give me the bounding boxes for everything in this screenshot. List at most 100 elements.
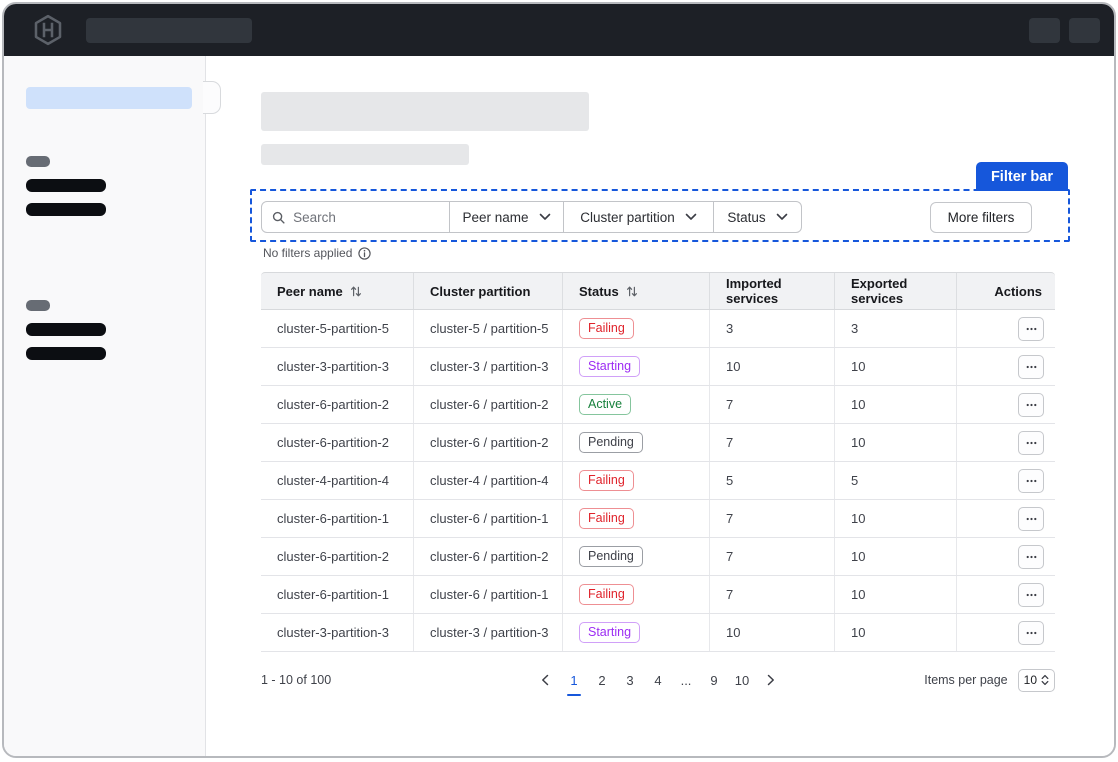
imported-services-cell: 3 [709, 310, 834, 347]
row-actions-button[interactable] [1018, 621, 1044, 645]
peers-table: Peer name Cluster partition Status [261, 272, 1055, 652]
status-cell: Pending [562, 538, 709, 575]
status-badge: Failing [579, 584, 634, 606]
status-cell: Failing [562, 462, 709, 499]
chevron-down-icon [685, 213, 697, 221]
sidebar-link-skeleton-3 [26, 323, 106, 336]
items-per-page-value: 10 [1024, 673, 1037, 687]
sort-icon [626, 285, 638, 298]
column-header-peer-name[interactable]: Peer name [261, 273, 413, 309]
search-input[interactable] [293, 210, 439, 225]
ellipsis-icon [1026, 631, 1037, 635]
status-filter-dropdown[interactable]: Status [713, 202, 801, 232]
actions-cell [956, 538, 1055, 575]
cluster-partition-cell: cluster-3 / partition-3 [413, 348, 562, 385]
filters-applied-status: No filters applied [263, 246, 371, 260]
actions-cell [956, 576, 1055, 613]
row-actions-button[interactable] [1018, 317, 1044, 341]
ellipsis-icon [1026, 555, 1037, 559]
ellipsis-icon [1026, 593, 1037, 597]
ellipsis-icon [1026, 403, 1037, 407]
sidebar-link-skeleton-4 [26, 347, 106, 360]
imported-services-cell: 7 [709, 424, 834, 461]
actions-cell [956, 424, 1055, 461]
column-header-label: Imported services [726, 276, 826, 306]
peer-name-filter-dropdown[interactable]: Peer name [449, 202, 563, 232]
ellipsis-icon [1026, 517, 1037, 521]
topbar-action-skeleton-2 [1069, 18, 1100, 43]
status-badge: Failing [579, 508, 634, 530]
status-cell: Failing [562, 310, 709, 347]
page-button-9[interactable]: 9 [704, 669, 724, 691]
filter-bar-region: Filter bar Peer name Cluster part [250, 189, 1070, 242]
status-cell: Starting [562, 614, 709, 651]
status-cell: Failing [562, 576, 709, 613]
exported-services-cell: 3 [834, 310, 956, 347]
page-button-4[interactable]: 4 [648, 669, 668, 691]
actions-cell [956, 348, 1055, 385]
ellipsis-icon [1026, 479, 1037, 483]
table-row: cluster-6-partition-1 cluster-6 / partit… [261, 576, 1055, 614]
status-badge: Starting [579, 622, 640, 644]
page-ellipsis: ... [676, 669, 696, 691]
peer-name-cell: cluster-6-partition-2 [261, 538, 413, 575]
row-actions-button[interactable] [1018, 393, 1044, 417]
peer-name-cell: cluster-6-partition-2 [261, 386, 413, 423]
info-icon[interactable] [358, 247, 371, 260]
status-badge: Pending [579, 432, 643, 454]
filters-applied-text: No filters applied [263, 246, 352, 260]
exported-services-cell: 10 [834, 576, 956, 613]
page-button-2[interactable]: 2 [592, 669, 612, 691]
ellipsis-icon [1026, 441, 1037, 445]
table-header-row: Peer name Cluster partition Status [261, 272, 1055, 310]
row-actions-button[interactable] [1018, 469, 1044, 493]
actions-cell [956, 614, 1055, 651]
page-button-1[interactable]: 1 [564, 669, 584, 691]
row-actions-button[interactable] [1018, 431, 1044, 455]
column-header-label: Cluster partition [430, 284, 530, 299]
more-filters-button[interactable]: More filters [930, 202, 1032, 233]
table-row: cluster-6-partition-2 cluster-6 / partit… [261, 538, 1055, 576]
peer-name-cell: cluster-5-partition-5 [261, 310, 413, 347]
peer-name-cell: cluster-3-partition-3 [261, 348, 413, 385]
chevron-right-icon [767, 674, 775, 686]
sidebar-link-skeleton-1 [26, 179, 106, 192]
row-actions-button[interactable] [1018, 355, 1044, 379]
column-header-cluster-partition: Cluster partition [413, 273, 562, 309]
column-header-label: Exported services [851, 276, 948, 306]
items-per-page-select[interactable]: 10 [1018, 669, 1055, 692]
sidebar-active-item-skeleton [26, 87, 192, 109]
sidebar-section-label-skeleton-1 [26, 156, 50, 167]
table-row: cluster-3-partition-3 cluster-3 / partit… [261, 348, 1055, 386]
topbar-search-skeleton [86, 18, 252, 43]
page-button-10[interactable]: 10 [732, 669, 752, 691]
search-field[interactable] [262, 202, 449, 232]
sidebar-collapse-tab[interactable] [203, 81, 221, 114]
cluster-partition-cell: cluster-6 / partition-1 [413, 500, 562, 537]
imported-services-cell: 10 [709, 348, 834, 385]
app-window: Filter bar Peer name Cluster part [2, 2, 1116, 758]
row-actions-button[interactable] [1018, 583, 1044, 607]
row-actions-button[interactable] [1018, 507, 1044, 531]
cluster-partition-filter-dropdown[interactable]: Cluster partition [563, 202, 713, 232]
table-row: cluster-4-partition-4 cluster-4 / partit… [261, 462, 1055, 500]
column-header-label: Peer name [277, 284, 343, 299]
peer-name-cell: cluster-6-partition-1 [261, 500, 413, 537]
topbar-actions [1029, 18, 1100, 43]
status-cell: Active [562, 386, 709, 423]
column-header-status[interactable]: Status [562, 273, 709, 309]
table-row: cluster-3-partition-3 cluster-3 / partit… [261, 614, 1055, 652]
filter-bar-annotation-tag: Filter bar [976, 162, 1068, 191]
next-page-button[interactable] [760, 669, 782, 691]
peer-name-cell: cluster-4-partition-4 [261, 462, 413, 499]
imported-services-cell: 5 [709, 462, 834, 499]
cluster-partition-cell: cluster-6 / partition-2 [413, 424, 562, 461]
ellipsis-icon [1026, 365, 1037, 369]
cluster-partition-filter-label: Cluster partition [580, 210, 675, 225]
actions-cell [956, 462, 1055, 499]
page-button-3[interactable]: 3 [620, 669, 640, 691]
status-cell: Starting [562, 348, 709, 385]
row-actions-button[interactable] [1018, 545, 1044, 569]
actions-cell [956, 500, 1055, 537]
previous-page-button[interactable] [534, 669, 556, 691]
